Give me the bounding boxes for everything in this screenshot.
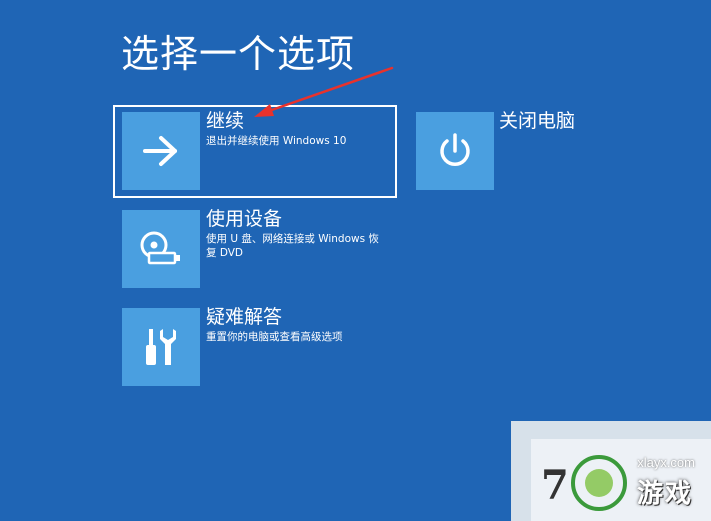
- power-icon: [440, 133, 470, 166]
- arrow-right-icon: [143, 136, 177, 166]
- option-troubleshoot-title: 疑难解答: [206, 306, 283, 328]
- shutdown-tile[interactable]: [416, 112, 494, 190]
- option-troubleshoot-description: 重置你的电脑或查看高级选项: [206, 331, 343, 343]
- option-shutdown-title: 关闭电脑: [499, 110, 576, 132]
- watermark-brand: 游戏: [636, 479, 693, 509]
- use-device-tile[interactable]: [122, 210, 200, 288]
- watermark: 7 xlayx.com 游戏: [511, 421, 711, 521]
- page-title: 选择一个选项: [121, 32, 356, 76]
- option-continue-description: 退出并继续使用 Windows 10: [206, 135, 347, 147]
- continue-tile[interactable]: [122, 112, 200, 190]
- usb-disc-icon: [140, 231, 180, 265]
- option-use-device-title: 使用设备: [206, 208, 283, 230]
- option-continue-title: 继续: [206, 110, 245, 132]
- watermark-logo-icon: 7: [541, 455, 627, 511]
- svg-text:7: 7: [541, 462, 569, 509]
- tools-icon: [146, 329, 176, 365]
- troubleshoot-tile[interactable]: [122, 308, 200, 386]
- watermark-url: xlayx.com: [637, 455, 695, 470]
- option-use-device-description: 使用 U 盘、网络连接或 Windows 恢复 DVD: [206, 233, 379, 259]
